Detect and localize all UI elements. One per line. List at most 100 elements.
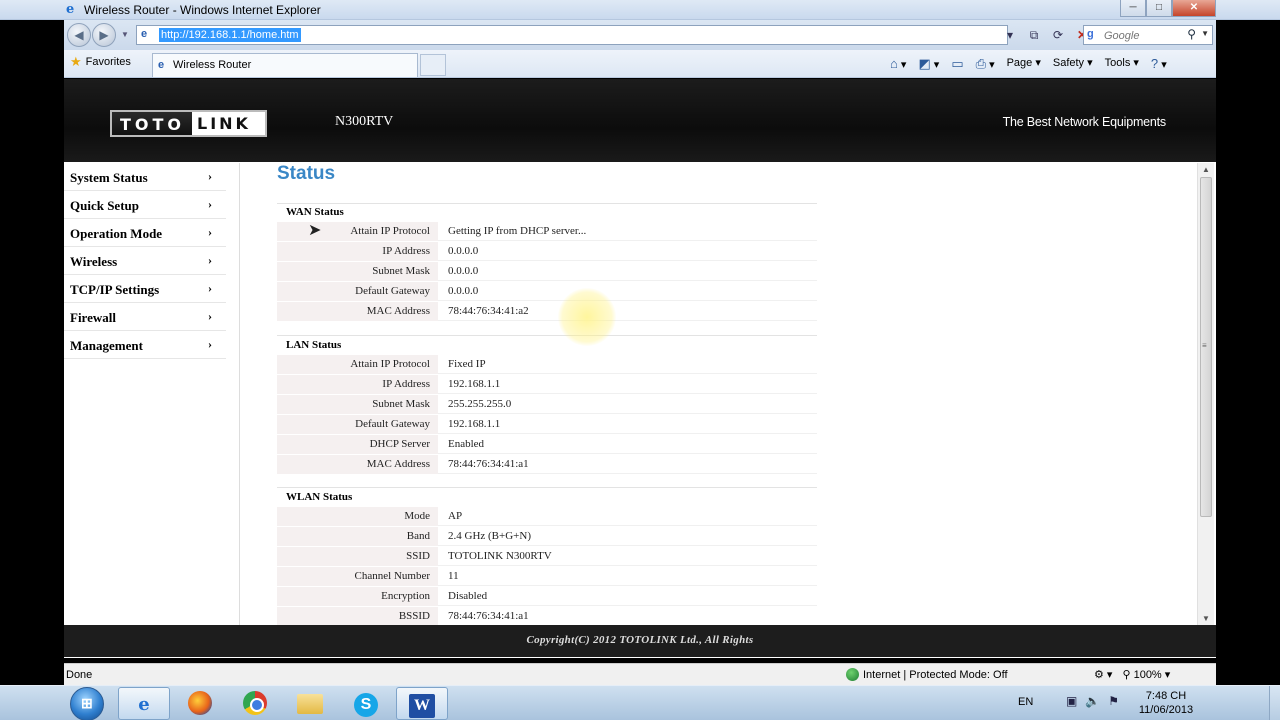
totolink-logo: TOTO LINK [110,110,267,137]
row-value: 192.168.1.1 [448,378,501,390]
taskbar-skype[interactable]: S [340,687,392,720]
taskbar-explorer[interactable] [284,687,336,720]
model-name: N300RTV [335,114,394,129]
section-divider [277,203,817,204]
tab-wireless-router[interactable]: e Wireless Router [152,53,418,77]
command-tools: ⌂ ▾ ◩ ▾ ▭ ⎙ ▾ Page ▾ Safety ▾ Tools ▾ ? … [890,56,1167,72]
safety-menu[interactable]: Safety ▾ [1053,56,1093,72]
sidebar-item-label: Operation Mode [70,226,163,241]
row-label: IP Address [277,242,438,261]
browser-status-bar: Done Internet | Protected Mode: Off ⚙ ▾ … [64,663,1216,685]
scroll-down-icon[interactable]: ▼ [1202,614,1210,623]
sidebar-item-label: TCP/IP Settings [70,282,160,297]
network-icon[interactable]: ▣ [1066,694,1077,708]
slogan: The Best Network Equipments [1002,115,1167,129]
table-row: Channel Number 11 [277,567,817,586]
print-button[interactable]: ⎙ ▾ [976,56,995,72]
row-label: Encryption [277,587,438,606]
row-label: MAC Address [277,302,438,321]
new-tab-button[interactable] [420,54,446,76]
page-menu[interactable]: Page ▾ [1007,56,1041,72]
table-row: BSSID 78:44:76:34:41:a1 [277,607,817,626]
compatibility-view-icon[interactable]: ⧉ [1024,25,1044,45]
clock[interactable]: 7:48 CH 11/06/2013 [1136,689,1196,717]
window-controls: ─ □ ✕ [1120,0,1216,18]
help-button[interactable]: ? ▾ [1151,56,1167,72]
taskbar-chrome[interactable] [229,687,281,720]
history-dropdown-icon[interactable]: ▼ [121,30,129,39]
search-input[interactable] [1104,28,1184,43]
logo-text-right: LINK [192,112,265,135]
sidebar-item-operation-mode[interactable]: Operation Mode › [64,219,226,247]
clock-date: 11/06/2013 [1138,704,1194,716]
row-label: Subnet Mask [277,395,438,414]
close-button[interactable]: ✕ [1172,0,1216,17]
tools-menu[interactable]: Tools ▾ [1105,56,1139,72]
address-bar[interactable]: e http://192.168.1.1/home.htm [136,25,1008,45]
mouse-cursor-icon: ➤ [308,222,322,239]
title-bar: e Wireless Router - Windows Internet Exp… [0,0,1280,20]
home-icon: ⌂ [890,56,898,71]
row-value: 78:44:76:34:41:a1 [448,610,529,622]
address-dropdown-icon[interactable]: ▾ [1000,25,1020,45]
row-label: Mode [277,507,438,526]
row-value: TOTOLINK N300RTV [448,550,552,562]
table-row: IP Address 0.0.0.0 [277,242,817,261]
taskbar-firefox[interactable] [174,687,226,720]
table-row: Default Gateway 0.0.0.0 [277,282,817,301]
logo-text-left: TOTO [120,115,186,134]
row-value: 0.0.0.0 [448,245,479,257]
address-url[interactable]: http://192.168.1.1/home.htm [159,28,301,42]
row-value: 78:44:76:34:41:a2 [448,305,529,317]
security-zone[interactable]: Internet | Protected Mode: Off [846,668,1008,681]
sidebar-item-wireless[interactable]: Wireless › [64,247,226,275]
mail-button[interactable]: ▭ [951,56,963,72]
chrome-icon [243,691,267,715]
table-row: MAC Address 78:44:76:34:41:a1 [277,455,817,474]
search-options-icon[interactable]: ▼ [1201,29,1209,38]
volume-icon[interactable]: 🔈 [1085,694,1100,708]
row-value: Disabled [448,590,488,602]
zoom-level: 100% [1133,669,1162,681]
lan-status-title: LAN Status [286,339,342,351]
sidebar-item-system-status[interactable]: System Status › [64,163,226,191]
home-button[interactable]: ⌂ ▾ [890,56,906,72]
chevron-right-icon: › [208,337,212,351]
sidebar-item-firewall[interactable]: Firewall › [64,303,226,331]
word-icon: W [409,694,435,718]
back-button[interactable]: ◀ [67,23,91,47]
search-icon[interactable]: ⚲ [1187,27,1196,41]
print-icon: ⎙ [975,56,987,71]
chevron-right-icon: › [208,309,212,323]
favorites-label: Favorites [85,56,131,68]
clock-time: 7:48 CH [1145,690,1187,702]
taskbar-internet-explorer[interactable]: e [118,687,170,720]
vertical-scrollbar[interactable]: ▲ ≡ ▼ [1197,163,1214,625]
action-center-icon[interactable]: ⚑ [1108,694,1119,708]
sidebar-item-label: Wireless [70,254,118,269]
scroll-up-icon[interactable]: ▲ [1202,165,1210,174]
forward-button[interactable]: ▶ [92,23,116,47]
maximize-button[interactable]: □ [1146,0,1172,17]
show-desktop-button[interactable] [1269,686,1280,720]
table-row: Mode AP [277,507,817,526]
row-value: Fixed IP [448,358,486,370]
sidebar-item-tcpip-settings[interactable]: TCP/IP Settings › [64,275,226,303]
safety-menu-label: Safety [1052,57,1085,69]
feeds-button[interactable]: ◩ ▾ [918,56,939,72]
chevron-right-icon: › [208,225,212,239]
protected-mode-icon[interactable]: ⚙ ▾ [1094,668,1112,681]
search-box[interactable]: g ⚲ ▼ [1083,25,1213,45]
zoom-control[interactable]: ⚲ 100% ▾ [1122,668,1170,681]
sidebar-item-label: System Status [70,170,148,185]
favorites-button[interactable]: ★ Favorites [70,55,131,68]
language-indicator[interactable]: EN [1018,696,1033,708]
chevron-right-icon: › [208,253,212,267]
sidebar-item-management[interactable]: Management › [64,331,226,359]
taskbar-word[interactable]: W [396,687,448,720]
sidebar-item-quick-setup[interactable]: Quick Setup › [64,191,226,219]
start-button[interactable]: ⊞ [70,687,104,720]
refresh-icon[interactable]: ⟳ [1048,25,1068,45]
minimize-button[interactable]: ─ [1120,0,1146,17]
command-bar: ★ Favorites e Wireless Router ⌂ ▾ ◩ ▾ ▭ … [64,50,1216,78]
